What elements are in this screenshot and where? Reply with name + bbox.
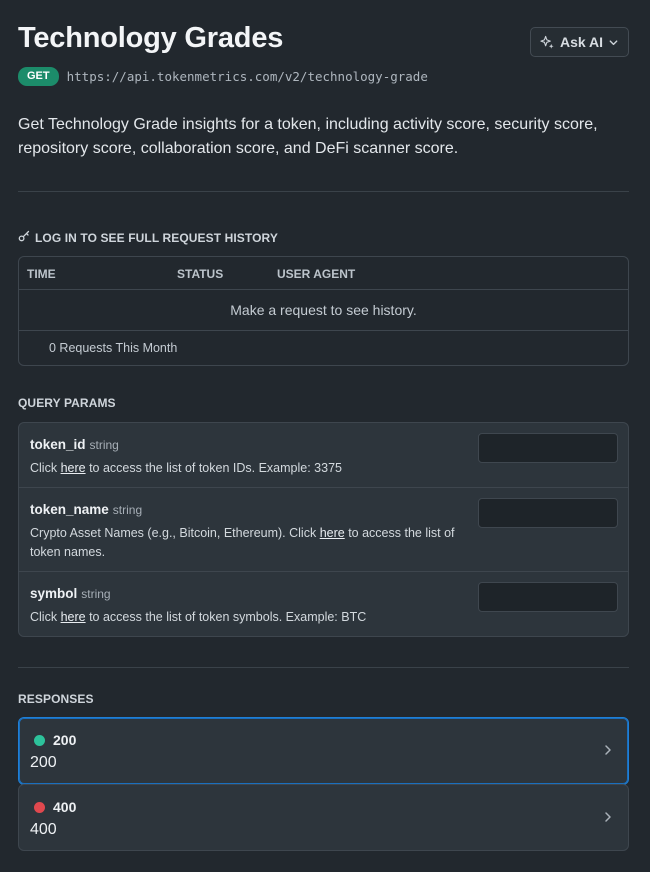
endpoint-row: GET https://api.tokenmetrics.com/v2/tech… (18, 67, 428, 86)
column-status: STATUS (177, 267, 224, 281)
method-badge: GET (18, 67, 59, 86)
token-name-link[interactable]: here (320, 526, 345, 540)
requests-count: 0 Requests This Month (49, 341, 178, 355)
param-row-token-id: token_id string Click here to access the … (19, 423, 628, 488)
chevron-right-icon (604, 810, 612, 828)
history-empty-message: Make a request to see history. (19, 290, 628, 331)
sparkles-icon (540, 35, 555, 50)
response-description: 400 (30, 821, 57, 838)
ask-ai-button[interactable]: Ask AI (530, 27, 629, 57)
response-200[interactable]: 200 200 (18, 717, 629, 785)
param-row-token-name: token_name string Crypto Asset Names (e.g… (19, 488, 628, 572)
request-history-table: TIME STATUS USER AGENT Make a request to… (18, 256, 629, 366)
response-code: 200 (53, 732, 77, 748)
response-400[interactable]: 400 400 (18, 784, 629, 851)
param-type: string (112, 503, 143, 517)
param-type: string (89, 438, 119, 452)
response-code: 400 (53, 799, 77, 815)
param-description: Crypto Asset Names (e.g., Bitcoin, Ether… (30, 526, 455, 559)
query-params-card: token_id string Click here to access the … (18, 422, 629, 637)
symbol-link[interactable]: here (61, 610, 86, 624)
token-id-input[interactable] (478, 433, 618, 463)
endpoint-url[interactable]: https://api.tokenmetrics.com/v2/technolo… (67, 69, 428, 84)
divider (18, 667, 629, 668)
column-time: TIME (27, 267, 56, 281)
param-name: token_id string (30, 437, 119, 452)
history-label: LOG IN TO SEE FULL REQUEST HISTORY (35, 230, 278, 245)
token-id-link[interactable]: here (61, 461, 86, 475)
responses-label: RESPONSES (18, 692, 94, 706)
token-name-input[interactable] (478, 498, 618, 528)
history-table-header: TIME STATUS USER AGENT (19, 257, 628, 290)
page-title: Technology Grades (18, 22, 284, 54)
param-description: Click here to access the list of token I… (30, 461, 342, 475)
divider (18, 191, 629, 192)
status-dot (34, 735, 45, 746)
response-description: 200 (30, 754, 57, 771)
chevron-down-icon (608, 37, 619, 48)
page-description: Get Technology Grade insights for a toke… (18, 116, 598, 157)
param-row-symbol: symbol string Click here to access the li… (19, 572, 628, 636)
key-icon (18, 230, 30, 245)
status-dot (34, 802, 45, 813)
param-description: Click here to access the list of token s… (30, 610, 367, 624)
query-params-label: QUERY PARAMS (18, 396, 116, 410)
param-name: token_name string (30, 502, 143, 517)
ask-ai-label: Ask AI (559, 34, 604, 50)
column-user-agent: USER AGENT (277, 267, 356, 281)
history-section-label[interactable]: LOG IN TO SEE FULL REQUEST HISTORY (18, 230, 278, 245)
chevron-right-icon (604, 743, 612, 761)
param-name: symbol string (30, 586, 111, 601)
param-type: string (81, 587, 111, 601)
symbol-input[interactable] (478, 582, 618, 612)
